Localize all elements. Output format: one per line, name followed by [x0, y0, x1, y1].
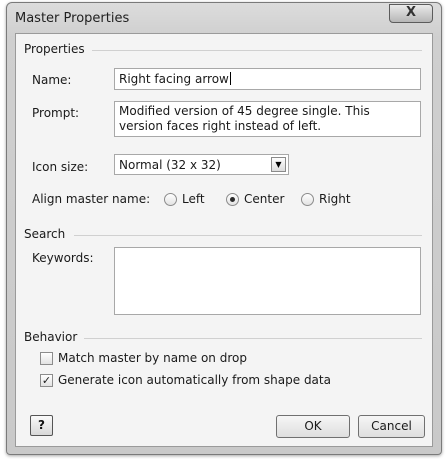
icon-size-value: Normal (32 x 32): [119, 158, 221, 172]
chevron-down-icon[interactable]: ▼: [271, 157, 286, 172]
match-by-name-label[interactable]: Match master by name on drop: [58, 351, 247, 365]
icon-size-label: Icon size:: [32, 160, 89, 174]
align-left-radio[interactable]: [164, 193, 177, 206]
prompt-field[interactable]: Modified version of 45 degree single. Th…: [114, 101, 421, 137]
dialog-body: Properties Name: Right facing arrow Prom…: [15, 33, 433, 447]
text-caret: [229, 72, 231, 85]
dialog-window: Master Properties X Properties Name: Rig…: [6, 2, 442, 455]
align-left-label[interactable]: Left: [182, 192, 205, 206]
search-divider: [74, 235, 422, 236]
align-right-radio[interactable]: [301, 193, 314, 206]
name-field-value: Right facing arrow: [119, 72, 229, 86]
prompt-label: Prompt:: [32, 106, 80, 120]
name-label: Name:: [32, 73, 72, 87]
close-button[interactable]: X: [389, 4, 433, 23]
help-button[interactable]: ?: [30, 415, 53, 436]
behavior-divider: [84, 338, 422, 339]
ok-button[interactable]: OK: [276, 415, 350, 438]
icon-size-select[interactable]: Normal (32 x 32) ▼: [114, 154, 289, 175]
dialog-title: Master Properties: [15, 11, 130, 26]
properties-group-title: Properties: [24, 42, 85, 56]
keywords-field[interactable]: [114, 247, 421, 315]
cancel-button[interactable]: Cancel: [358, 415, 425, 438]
checkmark-icon: ✓: [41, 374, 52, 387]
properties-divider: [92, 50, 422, 51]
close-icon: X: [405, 5, 417, 20]
search-group-title: Search: [24, 227, 66, 241]
align-right-label[interactable]: Right: [319, 192, 351, 206]
align-center-radio[interactable]: [226, 193, 239, 206]
name-field[interactable]: Right facing arrow: [114, 68, 421, 90]
behavior-group-title: Behavior: [24, 330, 78, 344]
align-label: Align master name:: [32, 192, 151, 206]
align-center-label[interactable]: Center: [244, 192, 284, 206]
match-by-name-checkbox[interactable]: [40, 352, 53, 365]
generate-icon-checkbox[interactable]: ✓: [40, 374, 53, 387]
help-icon: ?: [38, 418, 45, 432]
generate-icon-label[interactable]: Generate icon automatically from shape d…: [58, 373, 331, 387]
keywords-label: Keywords:: [32, 251, 94, 265]
